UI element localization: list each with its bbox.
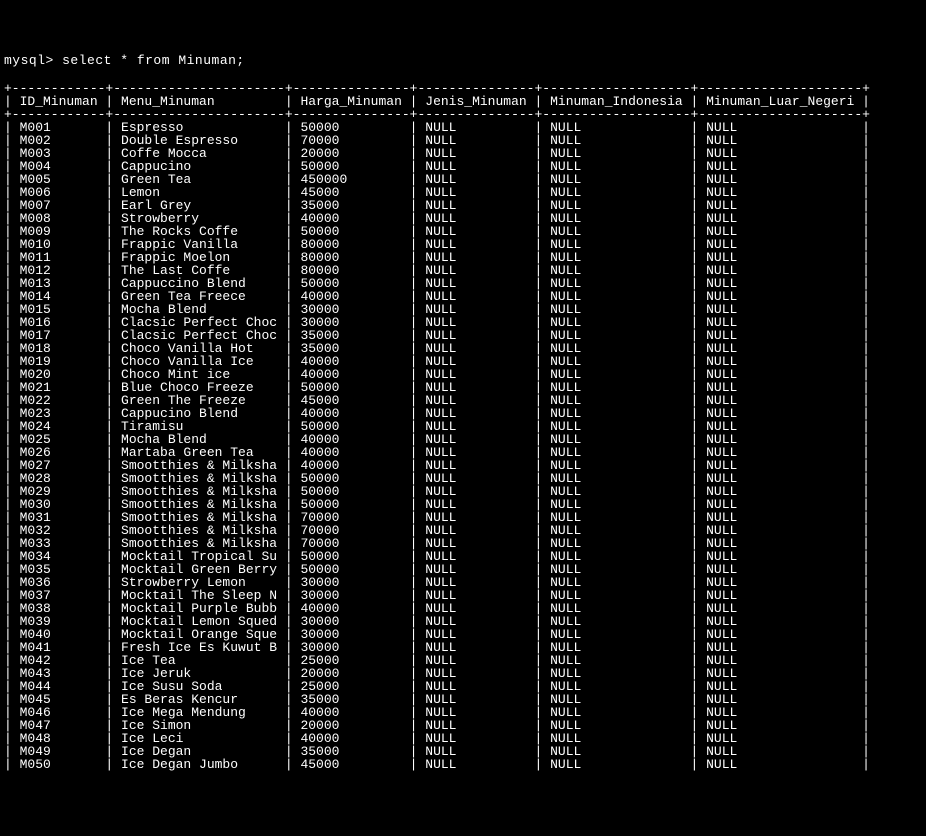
table-row: | M049 | Ice Degan | 35000 | NULL | NULL…	[4, 745, 926, 758]
table-row: | M045 | Es Beras Kencur | 35000 | NULL …	[4, 693, 926, 706]
table-row: | M050 | Ice Degan Jumbo | 45000 | NULL …	[4, 758, 926, 771]
query-result-table: +------------+----------------------+---…	[4, 82, 926, 771]
table-row: | M044 | Ice Susu Soda | 25000 | NULL | …	[4, 680, 926, 693]
mysql-prompt[interactable]: mysql> select * from Minuman;	[4, 54, 926, 67]
table-row: | M042 | Ice Tea | 25000 | NULL | NULL |…	[4, 654, 926, 667]
table-row: | M043 | Ice Jeruk | 20000 | NULL | NULL…	[4, 667, 926, 680]
table-row: | M047 | Ice Simon | 20000 | NULL | NULL…	[4, 719, 926, 732]
table-row: | M048 | Ice Leci | 40000 | NULL | NULL …	[4, 732, 926, 745]
table-row: | M046 | Ice Mega Mendung | 40000 | NULL…	[4, 706, 926, 719]
